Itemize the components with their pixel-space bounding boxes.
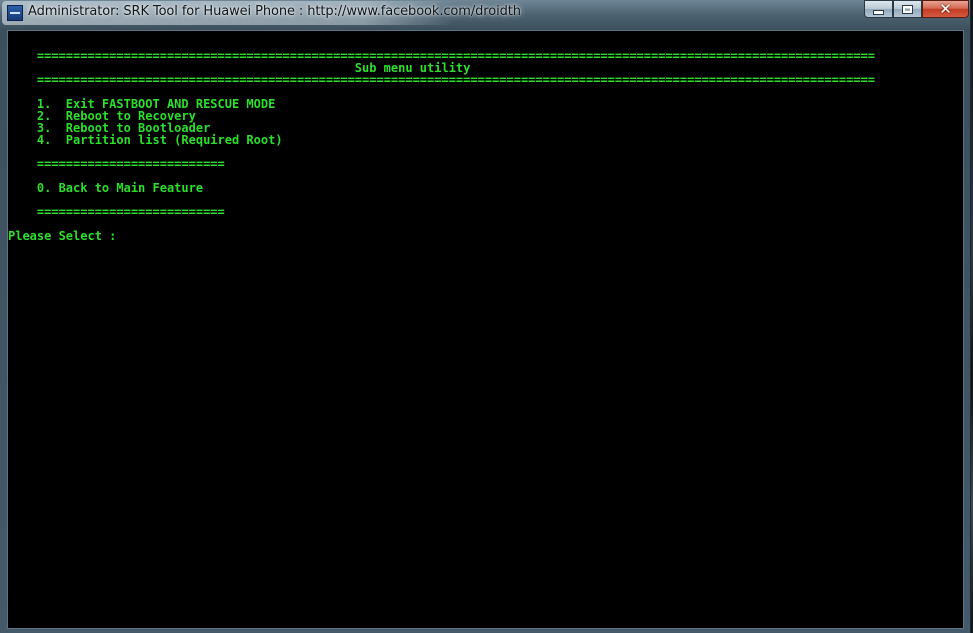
close-button[interactable]: ✕	[922, 0, 969, 18]
cmd-app-icon[interactable]	[7, 5, 23, 21]
minimize-icon	[873, 10, 884, 15]
back-option: 0. Back to Main Feature	[36, 181, 204, 195]
window-title: Administrator: SRK Tool for Huawei Phone…	[28, 4, 521, 19]
title-bar[interactable]: Administrator: SRK Tool for Huawei Phone…	[0, 0, 971, 26]
close-icon: ✕	[939, 0, 952, 18]
input-prompt: Please Select :	[8, 229, 117, 243]
minimize-button[interactable]	[864, 0, 893, 18]
console-text-block: ========================== ==============…	[8, 50, 875, 242]
console-output[interactable]: ========================== ==============…	[7, 30, 964, 629]
console-window: Administrator: SRK Tool for Huawei Phone…	[0, 0, 971, 633]
window-controls: ✕	[864, 0, 969, 19]
maximize-button[interactable]	[893, 0, 922, 18]
maximize-icon	[902, 4, 913, 14]
menu-item: 4. Partition list (Required Root)	[36, 133, 283, 147]
separator-short: ==========================	[36, 157, 225, 171]
separator-line: ========================================…	[36, 73, 875, 87]
prompt-line[interactable]: Please Select :	[8, 230, 875, 242]
separator-short: ==========================	[36, 205, 225, 219]
